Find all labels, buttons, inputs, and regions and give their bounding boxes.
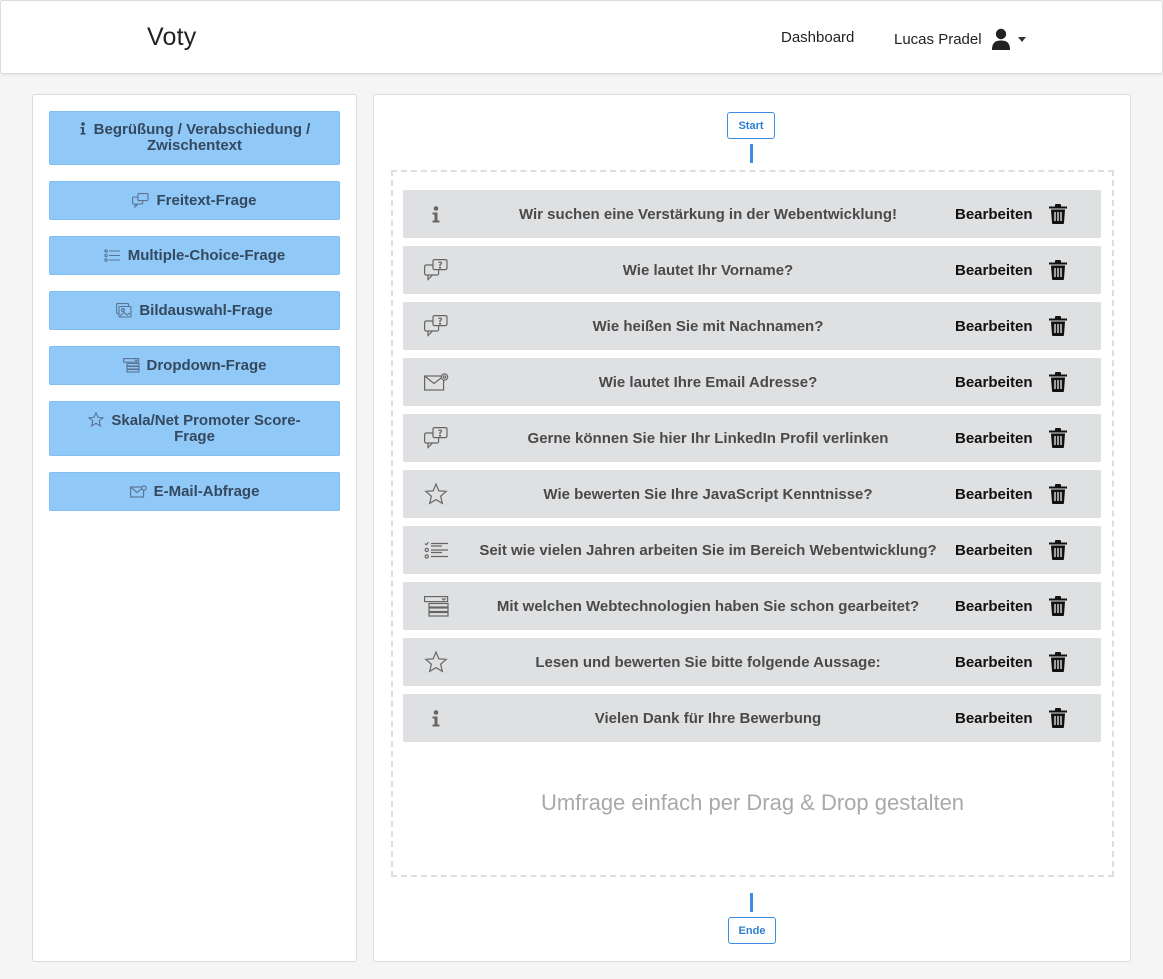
dropdown-icon: [122, 358, 140, 373]
trash-icon[interactable]: [1049, 372, 1067, 397]
question-row[interactable]: Seit wie vielen Jahren arbeiten Sie im B…: [403, 526, 1101, 574]
trash-icon[interactable]: [1049, 316, 1067, 341]
edit-button[interactable]: Bearbeiten: [955, 206, 1033, 223]
trash-icon[interactable]: [1049, 708, 1067, 733]
tool-image-choice[interactable]: Bildauswahl-Frage: [49, 291, 340, 330]
tool-greeting[interactable]: Begrüßung / Verabschiedung / Zwischentex…: [49, 111, 340, 165]
envelope-icon: [423, 370, 449, 394]
dropdown-icon: [423, 594, 449, 618]
user-icon: [991, 28, 1010, 50]
info-icon: [423, 202, 449, 226]
tool-freetext[interactable]: Freitext-Frage: [49, 181, 340, 220]
tool-label: Begrüßung / Verabschiedung / Zwischentex…: [93, 121, 311, 154]
chevron-down-icon: [1017, 36, 1026, 42]
image-icon: [116, 303, 132, 318]
question-text: Wie bewerten Sie Ihre JavaScript Kenntni…: [543, 485, 873, 503]
trash-icon[interactable]: [1049, 204, 1067, 229]
question-text: Wie heißen Sie mit Nachnamen?: [592, 317, 824, 335]
question-text: Vielen Dank für Ihre Bewerbung: [594, 709, 822, 727]
question-row[interactable]: Gerne können Sie hier Ihr LinkedIn Profi…: [403, 414, 1101, 462]
survey-canvas: Start Wir suchen eine Verstärkung in der…: [373, 94, 1131, 962]
question-type-sidebar: Begrüßung / Verabschiedung / Zwischentex…: [32, 94, 357, 962]
question-row[interactable]: Wie lautet Ihre Email Adresse? Bearbeite…: [403, 358, 1101, 406]
question-text: Wie lautet Ihr Vorname?: [622, 261, 794, 279]
star-icon: [423, 650, 449, 674]
edit-button[interactable]: Bearbeiten: [955, 318, 1033, 335]
question-row[interactable]: Mit welchen Webtechnologien haben Sie sc…: [403, 582, 1101, 630]
edit-button[interactable]: Bearbeiten: [955, 430, 1033, 447]
user-menu[interactable]: Lucas Pradel: [894, 27, 1026, 51]
question-text: Seit wie vielen Jahren arbeiten Sie im B…: [479, 541, 937, 559]
edit-button[interactable]: Bearbeiten: [955, 710, 1033, 727]
user-name: Lucas Pradel: [894, 30, 982, 48]
tool-multiple-choice[interactable]: Multiple-Choice-Frage: [49, 236, 340, 275]
edit-button[interactable]: Bearbeiten: [955, 598, 1033, 615]
question-row[interactable]: Wie bewerten Sie Ihre JavaScript Kenntni…: [403, 470, 1101, 518]
tool-label: Dropdown-Frage: [146, 356, 267, 374]
drag-drop-hint: Umfrage einfach per Drag & Drop gestalte…: [540, 790, 965, 815]
trash-icon[interactable]: [1049, 484, 1067, 509]
star-icon: [423, 482, 449, 506]
info-icon: [423, 706, 449, 730]
question-row[interactable]: Lesen und bewerten Sie bitte folgende Au…: [403, 638, 1101, 686]
edit-button[interactable]: Bearbeiten: [955, 542, 1033, 559]
envelope-icon: [129, 485, 147, 498]
list-icon: [423, 538, 449, 562]
speech-bubble-icon: [132, 193, 150, 208]
tool-label: Freitext-Frage: [156, 191, 257, 209]
question-text: Wie lautet Ihre Email Adresse?: [598, 373, 818, 391]
edit-button[interactable]: Bearbeiten: [955, 374, 1033, 391]
nav-dashboard-link[interactable]: Dashboard: [781, 29, 854, 46]
trash-icon[interactable]: [1049, 260, 1067, 285]
top-navbar: Voty Dashboard Lucas Pradel: [0, 0, 1163, 74]
trash-icon[interactable]: [1049, 652, 1067, 677]
start-node: Start: [727, 112, 775, 139]
speech-bubble-icon: [423, 258, 449, 282]
tool-dropdown[interactable]: Dropdown-Frage: [49, 346, 340, 385]
question-row[interactable]: Wir suchen eine Verstärkung in der Weben…: [403, 190, 1101, 238]
info-icon: [79, 122, 87, 135]
tool-email[interactable]: E-Mail-Abfrage: [49, 472, 340, 511]
edit-button[interactable]: Bearbeiten: [955, 654, 1033, 671]
star-icon: [88, 412, 105, 427]
tool-scale-nps[interactable]: Skala/Net Promoter Score-Frage: [49, 401, 340, 456]
question-text: Gerne können Sie hier Ihr LinkedIn Profi…: [527, 429, 889, 447]
start-connector: [750, 144, 753, 163]
question-row[interactable]: Wie heißen Sie mit Nachnamen? Bearbeiten: [403, 302, 1101, 350]
edit-button[interactable]: Bearbeiten: [955, 262, 1033, 279]
brand-logo[interactable]: Voty: [147, 23, 196, 52]
question-text: Lesen und bewerten Sie bitte folgende Au…: [535, 653, 881, 671]
question-row[interactable]: Wie lautet Ihr Vorname? Bearbeiten: [403, 246, 1101, 294]
speech-bubble-icon: [423, 314, 449, 338]
end-connector: [750, 893, 753, 912]
list-icon: [103, 249, 121, 262]
tool-label: Bildauswahl-Frage: [139, 301, 273, 319]
tool-label: Multiple-Choice-Frage: [127, 246, 286, 264]
trash-icon[interactable]: [1049, 540, 1067, 565]
trash-icon[interactable]: [1049, 596, 1067, 621]
question-row[interactable]: Vielen Dank für Ihre Bewerbung Bearbeite…: [403, 694, 1101, 742]
tool-label: Skala/Net Promoter Score-Frage: [111, 412, 301, 445]
tool-label: E-Mail-Abfrage: [153, 482, 260, 500]
question-text: Mit welchen Webtechnologien haben Sie sc…: [496, 597, 920, 615]
trash-icon[interactable]: [1049, 428, 1067, 453]
end-node: Ende: [728, 917, 776, 944]
question-text: Wir suchen eine Verstärkung in der Weben…: [518, 205, 897, 223]
edit-button[interactable]: Bearbeiten: [955, 486, 1033, 503]
speech-bubble-icon: [423, 426, 449, 450]
